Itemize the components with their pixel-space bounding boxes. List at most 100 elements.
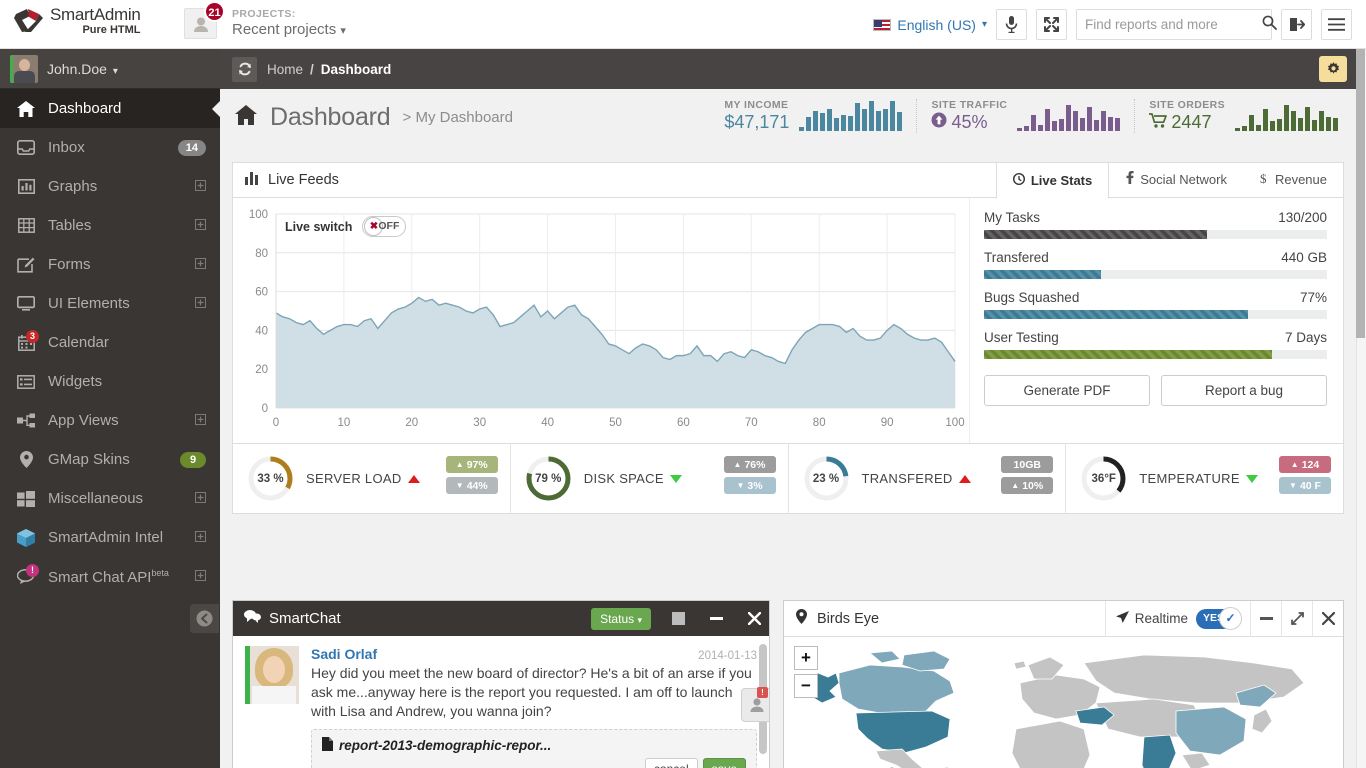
sidebar-item-smart-chat-api[interactable]: ! Smart Chat APIbeta	[0, 557, 220, 596]
tab-social-network[interactable]: Social Network	[1109, 162, 1243, 196]
sidebar-item-smartadmin-intel[interactable]: SmartAdmin Intel	[0, 518, 220, 557]
chevron-down-icon: ▾	[340, 25, 346, 37]
expand-plus-icon[interactable]	[195, 413, 206, 428]
projects-menu[interactable]: PROJECTS: Recent projects ▾	[232, 8, 346, 38]
progress-track	[984, 270, 1327, 279]
arrow-up-circle-icon	[931, 112, 947, 133]
generate-pdf-button[interactable]: Generate PDF	[984, 375, 1150, 406]
sidebar-collapse-button[interactable]	[190, 604, 219, 633]
sidebar-item-app-views[interactable]: App Views	[0, 401, 220, 440]
donut-chart: 33 %	[247, 455, 294, 502]
close-icon[interactable]	[739, 601, 769, 636]
attachment-name: report-2013-demographic-repor...	[339, 738, 552, 753]
svg-text:100: 100	[945, 417, 964, 429]
sidebar-item-widgets[interactable]: Widgets	[0, 362, 220, 401]
fullscreen-icon[interactable]	[1036, 9, 1067, 40]
kpi-label: SITE TRAFFIC	[931, 99, 1008, 111]
sidebar-user[interactable]: John.Doe ▾	[0, 49, 220, 89]
page-scrollbar-thumb[interactable]	[1356, 18, 1365, 338]
progress-fill	[984, 230, 1207, 239]
live-switch[interactable]: Live switch ✖ OFF	[285, 216, 407, 237]
notification-dot: !	[26, 563, 39, 577]
expand-plus-icon[interactable]	[195, 257, 206, 272]
save-button[interactable]: save	[702, 758, 746, 768]
search-box[interactable]	[1076, 9, 1277, 40]
sidebar-item-label: UI Elements	[48, 295, 130, 312]
sidebar-item-dashboard[interactable]: Dashboard	[0, 89, 221, 128]
notification-dot: 3	[26, 329, 39, 343]
beta-tag: beta	[151, 567, 169, 578]
projects-value[interactable]: Recent projects ▾	[232, 21, 346, 38]
message-body: Sadi Orlaf 2014-01-13 Hey did you meet t…	[311, 646, 757, 721]
breadcrumb-home[interactable]: Home	[267, 62, 303, 77]
expand-plus-icon[interactable]	[195, 296, 206, 311]
map-pin-icon	[796, 609, 807, 628]
activity-button[interactable]: 21	[184, 1, 225, 39]
expand-plus-icon[interactable]	[195, 218, 206, 233]
sidebar-item-forms[interactable]: Forms	[0, 245, 220, 284]
search-icon[interactable]	[1262, 15, 1277, 35]
expand-plus-icon[interactable]	[195, 491, 206, 506]
kpi-site-orders: SITE ORDERS 2447	[1135, 99, 1338, 133]
sidebar-item-graphs[interactable]: Graphs	[0, 167, 220, 206]
message-avatar	[245, 646, 299, 704]
activity-badge: 21	[204, 1, 225, 22]
tab-live-stats[interactable]: Live Stats	[995, 162, 1110, 199]
hamburger-icon[interactable]	[1321, 9, 1352, 40]
logout-icon[interactable]	[1281, 9, 1312, 40]
sidebar-item-miscellaneous[interactable]: Miscellaneous	[0, 479, 220, 518]
live-feeds-widget: Live Feeds Live Stats Social Network $ Reve…	[232, 162, 1344, 514]
arrow-down-icon: ▼	[1289, 481, 1297, 490]
check-icon: ✓	[1219, 606, 1242, 630]
sidebar-item-calendar[interactable]: 3 Calendar	[0, 323, 220, 362]
refresh-icon[interactable]	[232, 56, 257, 82]
zoom-in-button[interactable]: +	[794, 646, 818, 670]
expand-plus-icon[interactable]	[195, 530, 206, 545]
minimize-icon[interactable]	[701, 601, 731, 636]
sidebar: John.Doe ▾ Dashboard Inbox 14 Graphs Tables F…	[0, 49, 221, 768]
sidebar-item-label: Dashboard	[48, 100, 122, 117]
location-arrow-icon	[1115, 610, 1129, 627]
expand-plus-icon[interactable]	[195, 569, 206, 584]
microphone-icon[interactable]	[996, 9, 1027, 40]
live-feeds-title-text: Live Feeds	[268, 172, 339, 188]
page-title: Dashboard > My Dashboard	[234, 103, 513, 132]
chat-message: Sadi Orlaf 2014-01-13 Hey did you meet t…	[245, 646, 757, 721]
expand-icon[interactable]	[1281, 601, 1312, 637]
username[interactable]: John.Doe ▾	[47, 61, 118, 77]
report-a-bug-button[interactable]: Report a bug	[1161, 375, 1327, 406]
cancel-button[interactable]: cancel	[644, 758, 698, 768]
minimize-icon[interactable]	[1250, 601, 1281, 637]
birdseye-title-text: Birds Eye	[817, 610, 880, 627]
language-selector[interactable]: English (US) ▾	[873, 17, 987, 33]
search-input[interactable]	[1085, 17, 1262, 32]
restore-icon[interactable]	[663, 601, 693, 636]
sidebar-item-inbox[interactable]: Inbox 14	[0, 128, 220, 167]
sidebar-item-tables[interactable]: Tables	[0, 206, 220, 245]
realtime-control[interactable]: Realtime YES ✓	[1104, 601, 1250, 637]
chat-users-tab[interactable]: !	[741, 687, 769, 722]
tab-revenue[interactable]: $ Revenue	[1243, 162, 1343, 196]
status-dropdown[interactable]: Status ▾	[591, 607, 651, 630]
sidebar-item-gmap-skins[interactable]: GMap Skins 9	[0, 440, 220, 479]
breadcrumb-current: Dashboard	[320, 61, 392, 77]
expand-plus-icon[interactable]	[195, 179, 206, 194]
app-logo[interactable]: SmartAdmin Pure HTML	[14, 6, 141, 36]
page-scrollbar-track[interactable]	[1354, 0, 1366, 768]
gauge-pills: 10GB ▲ 10%	[1001, 456, 1054, 494]
tab-label: Social Network	[1140, 171, 1227, 187]
gauge-pill: ▼ 3%	[723, 477, 776, 494]
dollar-icon: $	[1260, 171, 1269, 188]
gear-icon[interactable]	[1319, 56, 1347, 82]
close-icon[interactable]	[1312, 601, 1343, 637]
sidebar-item-ui-elements[interactable]: UI Elements	[0, 284, 220, 323]
sidebar-item-label: Miscellaneous	[48, 490, 144, 507]
message-author[interactable]: Sadi Orlaf	[311, 646, 377, 662]
zoom-out-button[interactable]: −	[794, 674, 818, 698]
world-map[interactable]: + −	[784, 637, 1343, 768]
live-switch-toggle[interactable]: ✖ OFF	[362, 216, 407, 237]
gauge-label-wrap: TEMPERATURE	[1139, 471, 1258, 486]
realtime-toggle[interactable]: YES ✓	[1196, 606, 1242, 630]
language-label: English (US)	[897, 16, 976, 33]
stat-label: Bugs Squashed	[984, 290, 1080, 305]
